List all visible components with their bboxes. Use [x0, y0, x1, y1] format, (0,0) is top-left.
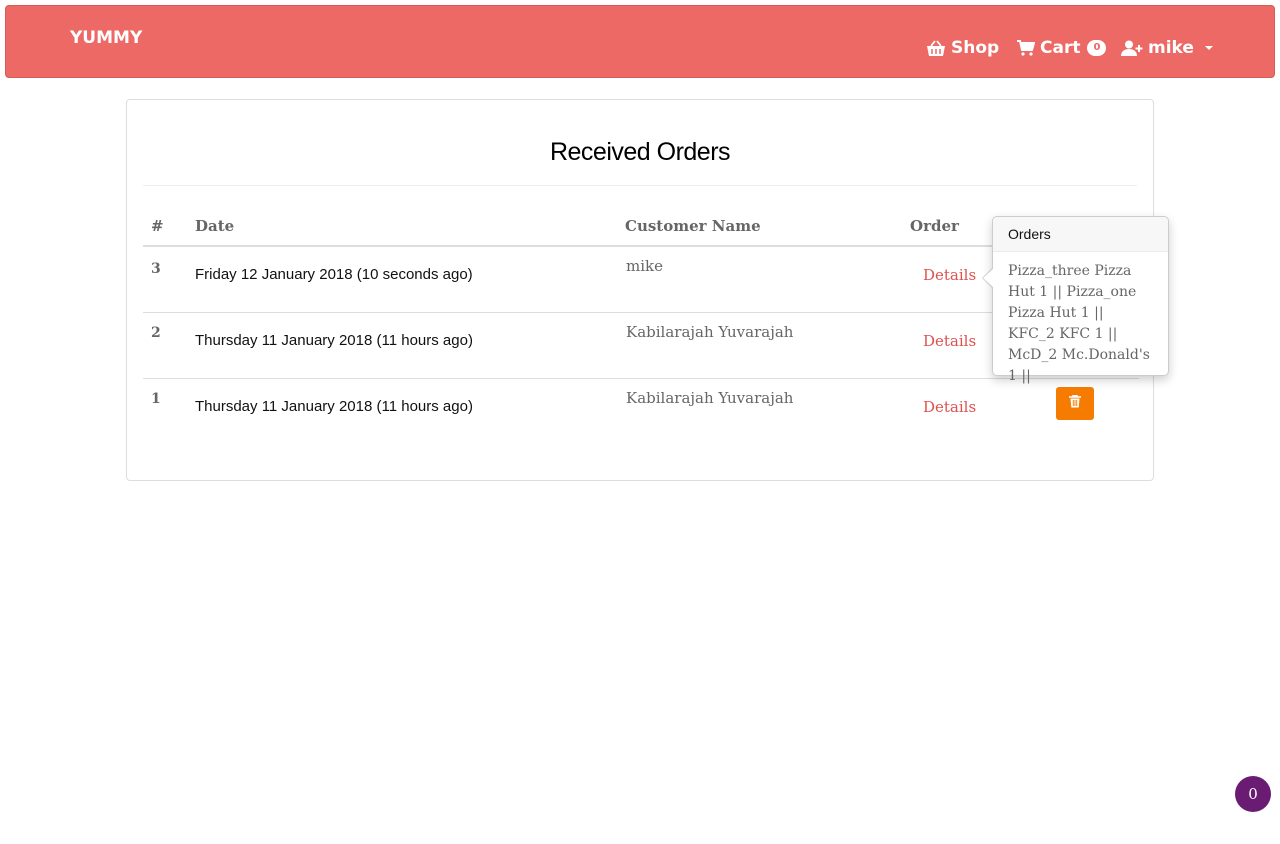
page-title: Received Orders: [549, 138, 731, 166]
row-number: 3: [151, 261, 161, 277]
nav-user-dropdown[interactable]: mike: [1121, 38, 1213, 58]
row-date: Thursday 11 January 2018 (11 hours ago): [195, 332, 473, 349]
brand-logo[interactable]: YUMMY: [70, 28, 142, 48]
nav-shop-label: Shop: [951, 38, 1000, 58]
orders-popover: Orders Pizza_three Pizza Hut 1 || Pizza_…: [982, 216, 1169, 384]
basket-icon: [926, 39, 946, 57]
nav-user-label: mike: [1148, 38, 1194, 58]
column-header-customer: Customer Name: [625, 217, 761, 235]
column-header-date: Date: [195, 217, 235, 235]
chevron-down-icon: [1204, 46, 1213, 50]
cart-icon: [1017, 40, 1035, 56]
row-date: Friday 12 January 2018 (10 seconds ago): [195, 266, 473, 283]
details-link[interactable]: Details: [923, 332, 976, 350]
nav-cart[interactable]: Cart 0: [1017, 38, 1107, 58]
row-customer: mike: [626, 257, 663, 275]
row-customer: Kabilarajah Yuvarajah: [626, 389, 794, 407]
popover-body: Pizza_three Pizza Hut 1 || Pizza_one Piz…: [1008, 263, 1150, 384]
row-date: Thursday 11 January 2018 (11 hours ago): [195, 398, 473, 415]
nav-cart-label: Cart: [1040, 38, 1081, 58]
column-header-order: Order: [910, 217, 959, 235]
details-link[interactable]: Details: [923, 266, 976, 284]
row-divider: [143, 312, 1139, 313]
row-number: 2: [151, 325, 161, 341]
popover-title: Orders: [993, 217, 1168, 252]
cart-count-badge: 0: [1087, 40, 1107, 56]
table-header-rule: [143, 245, 1139, 247]
floating-counter-badge[interactable]: 0: [1235, 776, 1271, 812]
navbar: YUMMY Shop Cart 0 mike: [5, 5, 1275, 78]
row-number: 1: [151, 391, 161, 407]
column-header-number: #: [151, 217, 164, 235]
row-divider: [143, 378, 1139, 379]
nav-shop[interactable]: Shop: [926, 38, 999, 58]
title-divider: [143, 185, 1137, 186]
trash-icon: [1069, 394, 1081, 413]
user-plus-icon: [1121, 40, 1143, 56]
row-customer: Kabilarajah Yuvarajah: [626, 323, 794, 341]
details-link[interactable]: Details: [923, 398, 976, 416]
